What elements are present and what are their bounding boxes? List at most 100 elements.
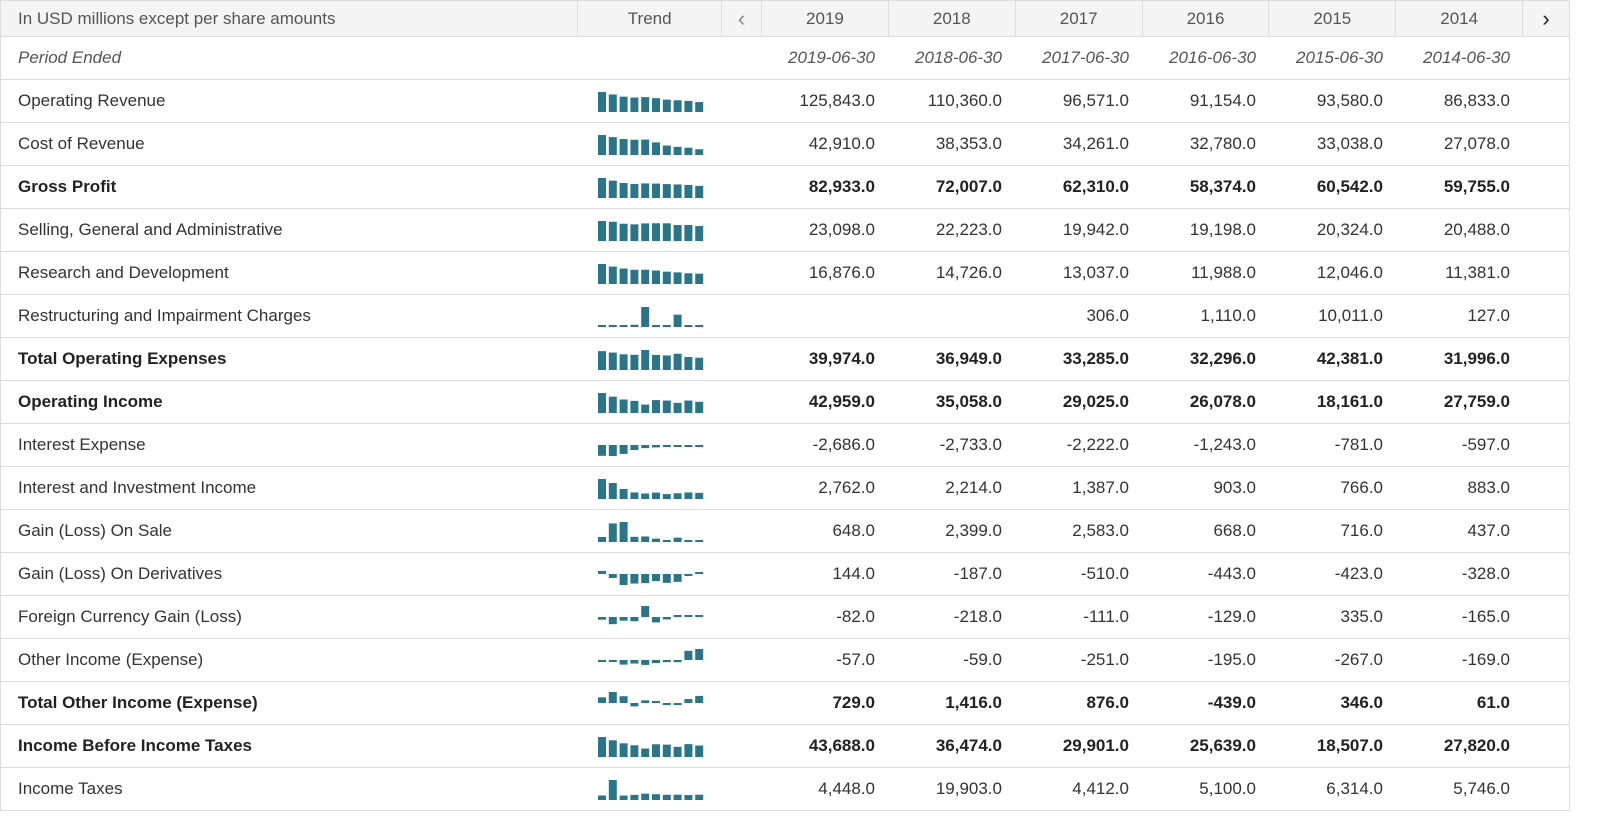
sparkline-bar [684, 650, 693, 660]
sparkline-bar [608, 137, 617, 155]
sparkline-bar [598, 221, 606, 241]
row-label: Restructuring and Impairment Charges [18, 306, 311, 325]
row-label: Other Income (Expense) [18, 650, 204, 669]
table-row-interest-investment-income[interactable]: Interest and Investment Income 2,762.0 2,2… [1, 467, 1569, 510]
value-cell: 18,507.0 [1316, 736, 1383, 755]
row-label: Foreign Currency Gain (Loss) [18, 607, 242, 626]
table-row-cost-of-revenue[interactable]: Cost of Revenue 42,910.0 38,353.0 34,261.0 3… [1, 123, 1569, 166]
sparkline-bar [652, 538, 660, 542]
sparkline-bar [608, 692, 617, 703]
sparkline-bar [695, 149, 704, 155]
table-row-fx-gain[interactable]: Foreign Currency Gain (Loss) -82.0 -218.0 -… [1, 596, 1569, 639]
income-statement-table: In USD millions except per share amounts… [0, 0, 1570, 811]
sparkline-bar [695, 492, 704, 499]
table-row-sga[interactable]: Selling, General and Administrative 23,09… [1, 209, 1569, 252]
year-header: 2019 [762, 1, 889, 36]
table-row-total-operating-expenses[interactable]: Total Operating Expenses 39,974.0 36,949.0… [1, 338, 1569, 381]
sparkline-bar [652, 794, 660, 800]
table-row-rnd[interactable]: Research and Development 16,876.0 14,726.0… [1, 252, 1569, 295]
sparkline-bar [630, 445, 639, 451]
value-cell: 903.0 [1213, 478, 1256, 497]
sparkline-bar [695, 185, 704, 198]
value-cell: 729.0 [832, 693, 875, 712]
table-row-interest-expense[interactable]: Interest Expense -2,686.0 -2,733.0 -2,222.0… [1, 424, 1569, 467]
sparkline-bar [695, 745, 704, 757]
period-row: Period Ended 2019-06-30 2018-06-30 2017-… [1, 37, 1569, 80]
sparkline-bar [684, 699, 693, 703]
value-cell: 4,412.0 [1072, 779, 1129, 798]
sparkline-chart [598, 445, 704, 456]
sparkline-bar [598, 479, 606, 499]
sparkline-chart [598, 692, 704, 707]
value-cell: 1,110.0 [1200, 306, 1256, 325]
value-cell: -443.0 [1207, 564, 1256, 583]
table-row-operating-income[interactable]: Operating Income 42,959.0 35,058.0 29,025.0… [1, 381, 1569, 424]
sparkline-bar [630, 183, 639, 198]
sparkline-bar [641, 97, 650, 112]
trend-sparkline [579, 252, 723, 294]
next-period-button[interactable]: › [1523, 1, 1569, 36]
sparkline-bar [630, 354, 639, 370]
sparkline-bar [598, 660, 606, 662]
table-row-gross-profit[interactable]: Gross Profit 82,933.0 72,007.0 62,310.0 58,3… [1, 166, 1569, 209]
sparkline-chart [598, 178, 704, 198]
sparkline-bar [630, 660, 639, 664]
sparkline-bar [673, 574, 682, 582]
sparkline-bar [673, 353, 682, 370]
value-cell [890, 295, 1017, 337]
period-date: 2019-06-30 [788, 48, 875, 67]
value-cell: 2,762.0 [818, 478, 875, 497]
sparkline-bar [608, 94, 617, 112]
trend-sparkline [579, 338, 723, 380]
period-date: 2017-06-30 [1042, 48, 1129, 67]
value-cell: 4,448.0 [818, 779, 875, 798]
table-row-other-income[interactable]: Other Income (Expense) -57.0 -59.0 -251.0 -1… [1, 639, 1569, 682]
year-header: 2014 [1396, 1, 1524, 36]
sparkline-bar [608, 266, 617, 284]
sparkline-bar [598, 536, 606, 542]
sparkline-bar [662, 223, 671, 241]
value-cell: 1,387.0 [1072, 478, 1129, 497]
value-cell: 22,223.0 [935, 220, 1002, 239]
value-cell: 32,296.0 [1189, 349, 1256, 368]
value-cell: -781.0 [1334, 435, 1383, 454]
table-row-income-before-taxes[interactable]: Income Before Income Taxes 43,688.0 36,474… [1, 725, 1569, 768]
table-row-operating-revenue[interactable]: Operating Revenue 125,843.0 110,360.0 96,57… [1, 80, 1569, 123]
sparkline-chart [598, 780, 704, 800]
sparkline-bar [608, 574, 617, 579]
sparkline-bar [630, 269, 639, 284]
sparkline-bar [619, 574, 628, 585]
value-cell: 59,755.0 [1443, 177, 1510, 196]
sparkline-bar [619, 488, 628, 499]
row-label: Gain (Loss) On Sale [18, 521, 173, 540]
row-label: Research and Development [18, 263, 229, 282]
sparkline-bar [662, 99, 671, 112]
sparkline-bar [630, 617, 639, 622]
value-cell: 58,374.0 [1189, 177, 1256, 196]
sparkline-bar [695, 273, 704, 284]
sparkline-bar [673, 100, 682, 112]
value-cell: -2,686.0 [812, 435, 875, 454]
prev-period-button[interactable]: ‹ [722, 1, 763, 36]
table-row-gain-on-sale[interactable]: Gain (Loss) On Sale 648.0 2,399.0 2,583.0 66… [1, 510, 1569, 553]
value-cell: -59.0 [963, 650, 1002, 669]
sparkline-bar [630, 224, 639, 241]
sparkline-bar [673, 537, 682, 542]
sparkline-bar [673, 225, 682, 241]
sparkline-bar [662, 325, 671, 327]
sparkline-bar [630, 574, 639, 584]
sparkline-bar [641, 223, 650, 241]
table-row-total-other-income[interactable]: Total Other Income (Expense) 729.0 1,416.0… [1, 682, 1569, 725]
table-row-gain-on-derivatives[interactable]: Gain (Loss) On Derivatives 144.0 -187.0 -51… [1, 553, 1569, 596]
table-row-restructuring[interactable]: Restructuring and Impairment Charges 306.… [1, 295, 1569, 338]
row-label: Income Taxes [18, 779, 123, 798]
value-cell: 346.0 [1340, 693, 1383, 712]
sparkline-bar [695, 401, 704, 413]
table-row-income-taxes[interactable]: Income Taxes 4,448.0 19,903.0 4,412.0 5,100.… [1, 768, 1569, 811]
trend-sparkline [579, 381, 723, 423]
sparkline-chart [598, 479, 704, 499]
sparkline-bar [684, 273, 693, 284]
sparkline-chart [598, 221, 704, 241]
sparkline-bar [695, 226, 704, 241]
value-cell: 1,416.0 [945, 693, 1002, 712]
